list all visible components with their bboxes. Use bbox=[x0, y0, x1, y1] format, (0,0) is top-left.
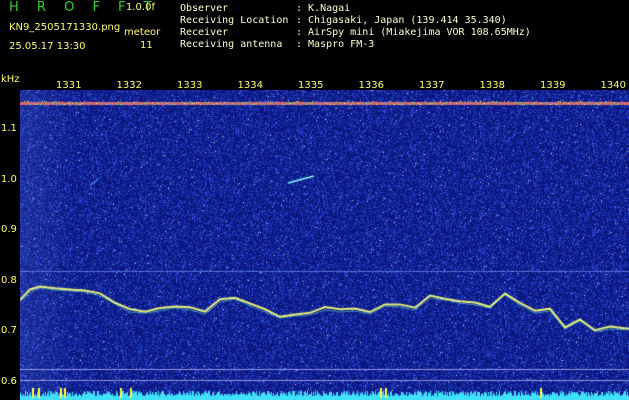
y-unit-label: kHz bbox=[1, 74, 20, 85]
filename-label: KN9_2505171330.png bbox=[9, 22, 121, 33]
info-key: Observer bbox=[180, 3, 229, 14]
info-key: Receiving antenna bbox=[180, 39, 283, 50]
y-tick-label: 1.1 bbox=[1, 123, 17, 134]
info-receiver: Receiver : AirSpy mini (Miakejima VOR 108… bbox=[180, 27, 531, 38]
info-value: : Chigasaki, Japan (139.414 35.340) bbox=[296, 15, 507, 26]
version-label: 1.0.0f bbox=[126, 2, 155, 13]
spectrogram-canvas bbox=[20, 90, 629, 400]
meteor-label: meteor bbox=[124, 27, 161, 38]
info-value: : K.Nagai bbox=[296, 3, 351, 14]
hroff-window: H R O F F T 1.0.0f KN9_2505171330.png 25… bbox=[0, 0, 629, 400]
info-location: Receiving Location : Chigasaki, Japan (13… bbox=[180, 15, 507, 26]
y-tick-label: 0.9 bbox=[1, 224, 17, 235]
meteor-count: 11 bbox=[140, 40, 153, 51]
info-value: : Maspro FM-3 bbox=[296, 39, 375, 50]
info-observer: Observer : K.Nagai bbox=[180, 3, 350, 14]
y-tick-label: 0.6 bbox=[1, 375, 17, 387]
info-key: Receiving Location bbox=[180, 15, 289, 26]
datetime-label: 25.05.17 13:30 bbox=[9, 41, 86, 52]
info-value: : AirSpy mini (Miakejima VOR 108.65MHz) bbox=[296, 27, 531, 38]
y-tick-label: 0.7 bbox=[1, 325, 17, 336]
info-key: Receiver bbox=[180, 27, 229, 38]
y-tick-label: 1.0 bbox=[1, 173, 17, 185]
info-antenna: Receiving antenna : Maspro FM-3 bbox=[180, 39, 374, 50]
y-tick-label: 0.8 bbox=[1, 274, 17, 286]
